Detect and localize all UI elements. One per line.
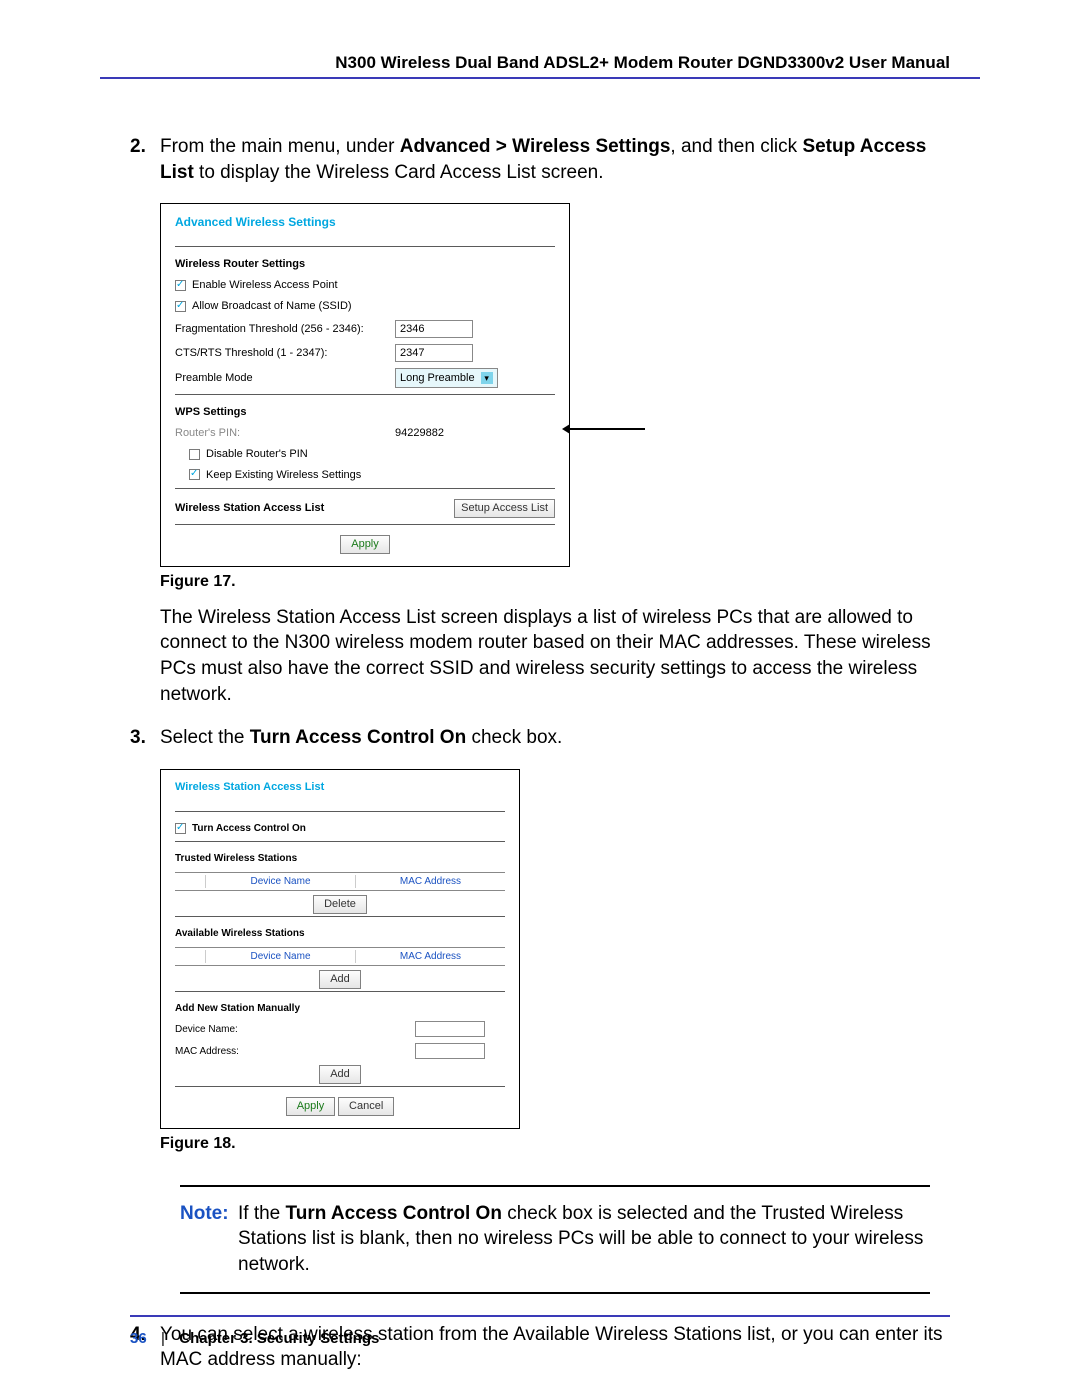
step-2-num: 2. <box>130 134 146 160</box>
cts-input[interactable]: 2347 <box>395 344 473 362</box>
header-rule <box>100 77 980 79</box>
ss1-sec-router: Wireless Router Settings <box>175 257 555 272</box>
preamble-label: Preamble Mode <box>175 371 395 386</box>
step-2-text-c: , and then click <box>670 136 802 157</box>
step-2-text-a: From the main menu, under <box>160 136 400 157</box>
mac-address-input[interactable] <box>415 1043 485 1059</box>
checkbox-disable-pin-icon[interactable] <box>189 449 200 460</box>
note-block: Note: If the Turn Access Control On chec… <box>180 1185 930 1294</box>
available-table: Device Name MAC Address <box>175 947 505 967</box>
checkbox-allow-ssid-icon[interactable] <box>175 301 186 312</box>
figure-18-caption: Figure 18. <box>160 1133 960 1155</box>
cts-label: CTS/RTS Threshold (1 - 2347): <box>175 346 395 361</box>
preamble-value: Long Preamble <box>400 371 475 386</box>
ss2-title: Wireless Station Access List <box>175 780 505 809</box>
frag-input[interactable]: 2346 <box>395 320 473 338</box>
apply-button-1[interactable]: Apply <box>340 535 390 554</box>
col-device-name-2: Device Name <box>206 950 356 964</box>
step-3-text-a: Select the <box>160 727 250 748</box>
cancel-button[interactable]: Cancel <box>338 1097 394 1116</box>
step-2: 2. From the main menu, under Advanced > … <box>130 134 960 185</box>
add-manually-label: Add New Station Manually <box>175 1002 505 1016</box>
figure-17-caption: Figure 17. <box>160 571 960 593</box>
trusted-stations-label: Trusted Wireless Stations <box>175 852 505 866</box>
step-3-num: 3. <box>130 725 146 751</box>
checkbox-turn-access-on-icon[interactable] <box>175 823 186 834</box>
note-text-a: If the <box>238 1203 286 1224</box>
footer-chapter: Chapter 3. Security Settings <box>179 1330 379 1347</box>
setup-access-list-button[interactable]: Setup Access List <box>454 499 555 518</box>
ss1-sec-accesslist: Wireless Station Access List <box>175 501 324 516</box>
add-button-2[interactable]: Add <box>319 1065 361 1084</box>
keep-existing-label: Keep Existing Wireless Settings <box>206 468 361 483</box>
mac-field-label: MAC Address: <box>175 1045 415 1059</box>
chevron-down-icon: ▾ <box>481 372 493 384</box>
header-title: N300 Wireless Dual Band ADSL2+ Modem Rou… <box>100 53 980 77</box>
available-stations-label: Available Wireless Stations <box>175 927 505 941</box>
step-2-text-b: Advanced > Wireless Settings <box>400 136 671 157</box>
figure-18-screenshot: Wireless Station Access List Turn Access… <box>160 769 520 1129</box>
checkbox-keep-existing-icon[interactable] <box>189 469 200 480</box>
figure-17-screenshot: Advanced Wireless Settings Wireless Rout… <box>160 203 570 567</box>
turn-access-on-label: Turn Access Control On <box>192 822 306 836</box>
add-button-1[interactable]: Add <box>319 970 361 989</box>
step-3: 3. Select the Turn Access Control On che… <box>130 725 960 751</box>
trusted-table: Device Name MAC Address <box>175 872 505 892</box>
delete-button[interactable]: Delete <box>313 895 367 914</box>
router-pin-label: Router's PIN: <box>175 426 395 441</box>
apply-button-2[interactable]: Apply <box>286 1097 336 1116</box>
device-name-field-label: Device Name: <box>175 1023 415 1037</box>
allow-ssid-label: Allow Broadcast of Name (SSID) <box>192 299 352 314</box>
step-3-text-b: Turn Access Control On <box>250 727 466 748</box>
router-pin-value: 94229882 <box>395 426 444 441</box>
figure-17-description: The Wireless Station Access List screen … <box>160 605 960 708</box>
page-number: 36 <box>130 1330 147 1347</box>
step-2-text-e: to display the Wireless Card Access List… <box>194 162 604 183</box>
ss1-sec-wps: WPS Settings <box>175 405 555 420</box>
enable-ap-label: Enable Wireless Access Point <box>192 278 338 293</box>
checkbox-enable-ap-icon[interactable] <box>175 280 186 291</box>
col-mac-address: MAC Address <box>356 875 505 889</box>
disable-pin-label: Disable Router's PIN <box>206 447 308 462</box>
frag-label: Fragmentation Threshold (256 - 2346): <box>175 322 395 337</box>
col-device-name: Device Name <box>206 875 356 889</box>
device-name-input[interactable] <box>415 1021 485 1037</box>
footer: 36 | Chapter 3. Security Settings <box>130 1330 379 1347</box>
ss1-title: Advanced Wireless Settings <box>175 214 555 244</box>
col-mac-address-2: MAC Address <box>356 950 505 964</box>
footer-rule <box>130 1315 950 1317</box>
arrow-callout-icon <box>570 428 645 430</box>
note-label: Note: <box>180 1203 229 1224</box>
preamble-select[interactable]: Long Preamble ▾ <box>395 368 498 388</box>
step-3-text-c: check box. <box>466 727 562 748</box>
note-text-b: Turn Access Control On <box>286 1203 502 1224</box>
